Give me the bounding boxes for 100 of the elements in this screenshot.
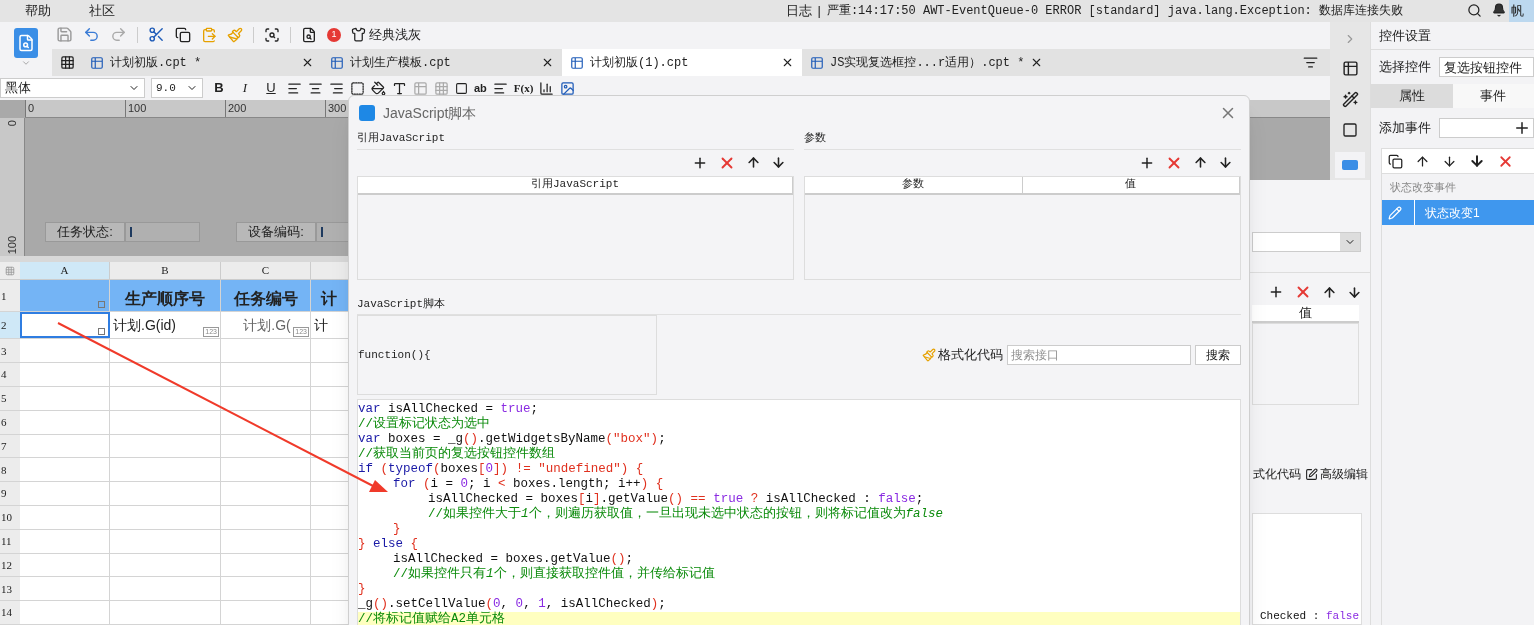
move-down-icon[interactable] (1218, 155, 1233, 170)
code-line: } (393, 522, 402, 537)
align-left-icon[interactable] (287, 80, 302, 96)
code-line: var isAllChecked = true; (358, 402, 540, 416)
close-icon[interactable] (301, 56, 314, 69)
text-tool-button[interactable]: ab (474, 79, 487, 97)
format-code-button[interactable]: 式化代码 (1253, 465, 1301, 483)
add-event-button[interactable] (1439, 118, 1534, 138)
menu-item[interactable]: 社区 (76, 1, 128, 21)
align-right-icon[interactable] (329, 80, 344, 96)
column-header: 值 (1252, 305, 1359, 323)
font-select[interactable]: 黑体 (0, 78, 145, 98)
bar-chart-icon[interactable] (539, 80, 555, 96)
text-search-icon[interactable] (264, 26, 280, 43)
log-message: 严重:14:17:50 AWT-EventQueue-0 ERROR [standard] java.lang.Exception: 数据库连接失败 (826, 3, 1403, 20)
frame-icon[interactable] (1342, 122, 1358, 138)
column-header[interactable]: 引用JavaScript (358, 176, 793, 193)
formula-button[interactable]: F(x) (513, 79, 534, 97)
search-icon[interactable] (1467, 3, 1482, 18)
move-up-icon[interactable] (1415, 153, 1430, 169)
copy-icon[interactable] (1388, 153, 1403, 169)
format-code-button[interactable]: 格式化代码 (922, 345, 1003, 365)
column-header[interactable]: 值 (1022, 176, 1240, 193)
log-label[interactable]: 日志 (785, 1, 812, 21)
border-icon[interactable] (350, 80, 365, 96)
align-bars-icon[interactable] (492, 80, 508, 96)
font-color-icon[interactable] (392, 80, 407, 96)
fill-icon[interactable] (371, 80, 386, 96)
ruler-label: 0 (25, 100, 125, 117)
column-header[interactable]: A (20, 262, 110, 280)
code-line: isAllChecked = boxes.getValue(); (393, 552, 635, 566)
row-header[interactable]: 11 (0, 529, 20, 553)
add-icon[interactable] (1268, 284, 1284, 300)
image-icon[interactable] (560, 80, 576, 96)
notification-badge[interactable]: 1 (327, 27, 341, 42)
row-header[interactable]: 5 (0, 387, 20, 410)
brush-icon (922, 348, 936, 362)
dropdown-field[interactable] (1252, 232, 1361, 252)
row-header[interactable]: 4 (0, 363, 20, 387)
row-header[interactable]: 1 (0, 280, 20, 312)
copy-icon[interactable] (175, 26, 191, 43)
user-name[interactable]: 帆 (1509, 0, 1534, 22)
advanced-edit-button[interactable]: 高级编辑 (1305, 465, 1368, 483)
align-center-icon[interactable] (308, 80, 323, 96)
parameter-field[interactable] (125, 222, 200, 242)
layout-icon[interactable] (1341, 60, 1359, 77)
dropdown-icon[interactable] (1335, 152, 1365, 178)
code-line: isAllChecked = boxes[i].getValue() == true ? isAllChecked : false; (428, 492, 925, 506)
font-size-select[interactable]: 9.0 (151, 78, 203, 98)
column-header[interactable]: C (221, 262, 311, 280)
code-editor[interactable] (357, 399, 1241, 625)
row-header[interactable]: 9 (0, 482, 20, 505)
close-icon[interactable] (781, 56, 794, 69)
checkbox-marker-icon (98, 328, 105, 336)
shirt-icon (351, 27, 366, 42)
field-icon[interactable] (455, 81, 468, 95)
widget-select[interactable]: 复选按钮控件 (1439, 57, 1534, 77)
search-field[interactable]: 搜索接口 (1007, 345, 1191, 365)
row-header[interactable]: 12 (0, 553, 20, 577)
move-bottom-icon[interactable] (1469, 153, 1485, 169)
code-line: Checked : false (1259, 608, 1359, 624)
column-header[interactable]: 参数 (805, 176, 1023, 193)
panel-tab[interactable]: 事件 (1452, 84, 1534, 108)
cut-icon[interactable] (148, 26, 165, 43)
move-up-icon[interactable] (1193, 155, 1208, 170)
row-header[interactable]: 13 (0, 577, 20, 601)
bold-button[interactable]: B (209, 78, 229, 98)
bell-icon[interactable] (1492, 3, 1506, 17)
search-button[interactable]: 搜索 (1195, 345, 1241, 365)
panel-title: 控件设置 (1371, 22, 1534, 50)
underline-button[interactable]: U (261, 78, 281, 98)
close-icon[interactable] (541, 56, 554, 69)
move-down-icon[interactable] (771, 155, 786, 170)
column-header[interactable]: B (110, 262, 221, 280)
file-tab[interactable]: 计划初版(1).cpt (562, 49, 802, 76)
save-icon[interactable] (56, 26, 73, 43)
move-down-icon[interactable] (1347, 284, 1362, 300)
italic-button[interactable]: I (235, 78, 255, 98)
move-up-icon[interactable] (1322, 284, 1337, 300)
row-header[interactable]: 3 (0, 339, 20, 363)
row-header[interactable]: 2 (0, 312, 20, 339)
table-file-icon (810, 55, 824, 70)
row-header[interactable]: 6 (0, 410, 20, 434)
theme-button[interactable]: 经典浅灰 (351, 24, 421, 45)
row-header[interactable]: 10 (0, 506, 20, 529)
code-line: } else { (358, 537, 420, 552)
app-logo-icon[interactable] (14, 28, 38, 58)
code-line: } (358, 582, 367, 597)
panel-tab[interactable]: 属性 (1371, 84, 1453, 108)
menu-item[interactable]: 帮助 (12, 1, 64, 21)
row-header[interactable]: 14 (0, 601, 20, 624)
table-file-icon (570, 55, 584, 70)
undo-icon[interactable] (83, 26, 100, 43)
add-icon (1513, 119, 1531, 137)
move-down-icon[interactable] (1442, 153, 1457, 169)
field-label: 选择控件 (1379, 58, 1431, 77)
preview-icon[interactable] (301, 26, 317, 43)
row-header[interactable]: 7 (0, 434, 20, 458)
move-up-icon[interactable] (746, 155, 761, 170)
row-header[interactable]: 8 (0, 458, 20, 482)
